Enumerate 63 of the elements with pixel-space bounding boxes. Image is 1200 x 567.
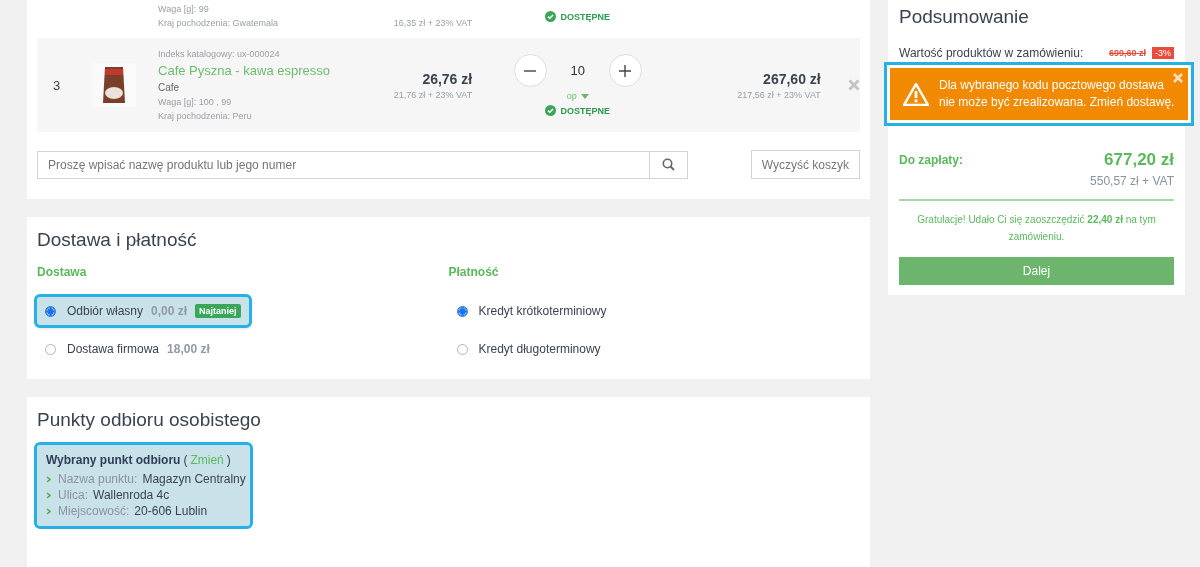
row-total-net: 217,56 zł + 23% VAT [737, 89, 821, 100]
radio-button[interactable] [456, 305, 468, 317]
savings-message: Gratulacje! Udało Ci się zaoszczędzić 22,40 zł na tym zamówieniu. [916, 213, 1157, 244]
radio-button[interactable] [456, 343, 468, 355]
check-icon [545, 11, 557, 22]
search-button[interactable] [650, 150, 688, 179]
product-origin: Kraj pochodzenia: Gwatemala [158, 18, 280, 28]
field-value: Wallenroda 4c [93, 488, 170, 502]
option-label: Odbiór własny [67, 304, 144, 318]
warning-icon [903, 82, 929, 106]
total-amount: 677,20 zł [1104, 150, 1174, 170]
unit-dropdown[interactable]: op [566, 91, 589, 101]
availability-status: DOSTĘPNE [545, 105, 610, 116]
product-search-field[interactable]: Proszę wpisać nazwę produktu lub jego numer [37, 150, 650, 179]
cheapest-badge: Najtaniej [195, 304, 241, 318]
option-price: 18,00 zł [167, 342, 210, 356]
product-weight: Waga [g]: 100 , 99 [158, 97, 233, 107]
catalog-number: Indeks katalogowy: ux-000024 [158, 49, 281, 59]
option-label: Dostawa firmowa [67, 342, 160, 356]
row-number: 3 [53, 77, 61, 93]
field-label: Miejscowość: [58, 504, 130, 518]
discount-badge: -3% [1152, 47, 1174, 59]
option-label: Kredyt krótkoterminiowy [478, 304, 607, 318]
product-link[interactable]: Cafe Pyszna - kawa espresso [158, 63, 370, 78]
pickup-heading: Wybrany punkt odbioru [46, 453, 181, 467]
change-link[interactable]: Zmień [190, 453, 224, 467]
increase-button[interactable] [608, 54, 642, 87]
bracket: ) [226, 453, 231, 467]
product-weight: Waga [g]: 99 [158, 4, 210, 14]
bracket: ( [183, 453, 188, 467]
field-value: Magazyn Centralny [142, 472, 246, 486]
product-brand: Cafe [158, 82, 181, 93]
unit-price: 26,76 zł [422, 70, 473, 87]
minus-icon [523, 69, 537, 72]
decrease-button[interactable] [513, 54, 547, 87]
row-total: 267,60 zł [763, 70, 821, 87]
quantity-value: 10 [570, 63, 585, 78]
field-label: Nazwa punktu: [58, 472, 138, 486]
caret-icon [580, 93, 589, 99]
payment-heading: Płatność [448, 265, 500, 279]
warning-message: Dla wybranego kodu pocztowego dostawa nie może być zrealizowana. Zmień dostawę. [939, 76, 1176, 111]
total-net: 550,57 zł + VAT [1090, 174, 1174, 188]
option-price: 0,00 zł [151, 304, 188, 318]
product-origin: Kraj pochodzenia: Peru [158, 111, 253, 121]
field-label: Ulica: [58, 488, 88, 502]
field-value: 20-606 Lublin [134, 504, 208, 518]
next-button[interactable]: Dalej [899, 257, 1174, 285]
section-title: Punkty odbioru osobistego [37, 408, 262, 432]
summary-title: Podsumowanie [899, 5, 1030, 29]
search-icon[interactable] [662, 158, 675, 171]
delivery-heading: Dostawa [37, 265, 88, 279]
old-price: 699,60 zł [1108, 48, 1146, 58]
radio-button[interactable] [45, 343, 56, 355]
plus-icon [618, 63, 633, 78]
check-icon [545, 105, 557, 116]
clear-cart-button[interactable]: Wyczyść koszyk [750, 150, 860, 179]
products-value-label: Wartość produktów w zamówieniu: [899, 46, 1085, 60]
unit-price-net: 16,35 zł + 23% VAT [393, 18, 473, 28]
option-label: Kredyt długoterminowy [478, 342, 601, 356]
unit-price-net: 21,76 zł + 23% VAT [393, 89, 473, 100]
availability-status: DOSTĘPNE [545, 11, 610, 22]
section-title: Dostawa i płatność [37, 228, 198, 252]
total-label: Do zapłaty: [899, 153, 963, 167]
